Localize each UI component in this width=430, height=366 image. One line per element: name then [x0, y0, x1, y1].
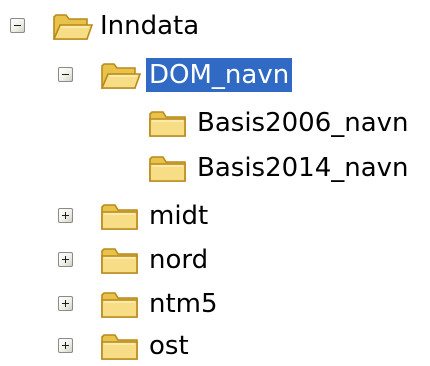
folder-icon	[101, 204, 138, 230]
folder-tree: Inndata DOM_navn Basis2006_navn Basis201…	[0, 0, 430, 361]
tree-node-label: ost	[149, 331, 189, 361]
tree-node-dom-navn[interactable]: DOM_navn	[0, 55, 330, 95]
collapse-toggle-icon[interactable]	[58, 67, 73, 82]
tree-node-label: DOM_navn	[146, 58, 293, 92]
tree-node-ost[interactable]: ost	[0, 326, 260, 366]
expand-toggle-icon[interactable]	[58, 338, 73, 353]
folder-icon	[149, 111, 186, 137]
tree-node-inndata[interactable]: Inndata	[0, 6, 260, 46]
tree-node-midt[interactable]: midt	[0, 196, 260, 236]
folder-open-icon	[52, 14, 93, 40]
expand-toggle-icon[interactable]	[58, 296, 73, 311]
tree-node-basis2014-navn[interactable]: Basis2014_navn	[0, 148, 430, 188]
tree-node-ntm5[interactable]: ntm5	[0, 284, 260, 324]
tree-node-label: Inndata	[100, 11, 200, 41]
collapse-toggle-icon[interactable]	[10, 18, 25, 33]
tree-node-label: Basis2006_navn	[197, 108, 409, 138]
tree-node-label: ntm5	[149, 289, 218, 319]
expand-toggle-icon[interactable]	[58, 208, 73, 223]
folder-open-icon	[100, 63, 141, 89]
tree-node-label: nord	[149, 245, 209, 275]
tree-node-nord[interactable]: nord	[0, 240, 260, 280]
folder-icon	[149, 156, 186, 182]
tree-node-label: Basis2014_navn	[197, 153, 409, 183]
tree-node-label: midt	[149, 201, 209, 231]
folder-icon	[101, 248, 138, 274]
tree-node-basis2006-navn[interactable]: Basis2006_navn	[0, 103, 430, 143]
folder-icon	[101, 292, 138, 318]
expand-toggle-icon[interactable]	[58, 252, 73, 267]
folder-icon	[101, 334, 138, 360]
